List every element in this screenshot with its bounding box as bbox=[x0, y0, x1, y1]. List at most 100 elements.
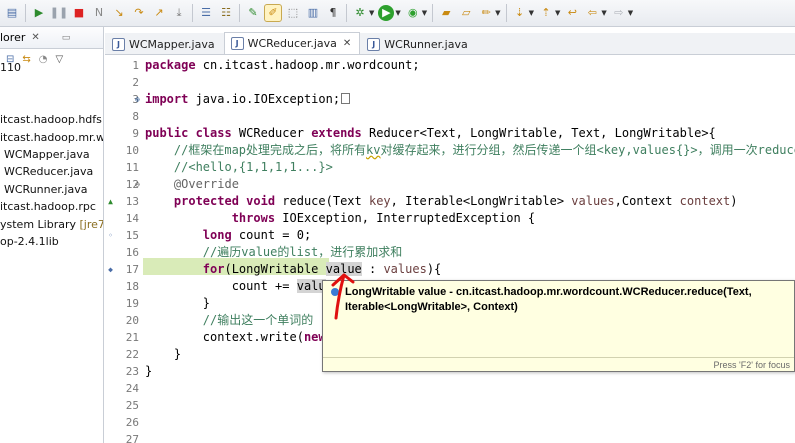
run-icon[interactable]: ▶ bbox=[378, 5, 395, 21]
minimize-icon[interactable]: ▭ bbox=[62, 27, 71, 49]
block-selection-icon[interactable]: ⬚ bbox=[285, 5, 301, 21]
suspend-icon[interactable]: ❚❚ bbox=[50, 5, 68, 21]
tree-item[interactable]: itcast.hadoop.rpc bbox=[0, 198, 103, 215]
javadoc-hover-popup[interactable]: LongWritable value - cn.itcast.hadoop.mr… bbox=[322, 280, 795, 372]
folded-block-icon[interactable] bbox=[341, 93, 351, 104]
line-number: 15 bbox=[125, 229, 139, 242]
view-menu-icon[interactable]: ▽ bbox=[56, 54, 64, 65]
mark-occurrences-icon[interactable]: ✐ bbox=[264, 4, 282, 22]
search-icon[interactable]: ✏ bbox=[478, 5, 494, 21]
show-whitespace-icon[interactable]: ▥ bbox=[305, 5, 321, 21]
code-line[interactable]: 25 bbox=[105, 397, 795, 414]
annotation-text: @Override bbox=[145, 177, 239, 191]
tree-item[interactable]: WCReducer.java bbox=[0, 163, 103, 180]
line-number: 13 bbox=[125, 195, 139, 208]
save-all-icon[interactable]: ▤ bbox=[4, 5, 20, 21]
tree-item[interactable]: WCRunner.java bbox=[0, 181, 103, 198]
override-marker-icon[interactable]: ▲ bbox=[106, 193, 115, 210]
last-edit-location-icon[interactable]: ↩ bbox=[564, 5, 580, 21]
code-line[interactable]: 9 public class WCReducer extends Reducer… bbox=[105, 125, 795, 142]
keyword: import bbox=[145, 92, 189, 106]
tree-item[interactable]: ystem Library [jre7] bbox=[0, 216, 103, 233]
toggle-breadcrumb-icon[interactable]: ✎ bbox=[245, 5, 261, 21]
code-line[interactable]: 27 bbox=[105, 431, 795, 443]
code-line[interactable]: 14 throws IOException, InterruptedExcept… bbox=[105, 210, 795, 227]
tree-item[interactable]: WCMapper.java bbox=[0, 146, 103, 163]
resume-icon[interactable]: ▶ bbox=[31, 5, 47, 21]
toolbar-separator bbox=[505, 4, 507, 22]
code-line[interactable]: 26 bbox=[105, 414, 795, 431]
code-line[interactable]: 1 package cn.itcast.hadoop.mr.wordcount; bbox=[105, 57, 795, 74]
chevron-down-icon[interactable]: ▼ bbox=[601, 9, 606, 17]
line-number: 9 bbox=[132, 127, 139, 140]
hover-focus-hint: Press 'F2' for focus bbox=[323, 357, 794, 372]
chevron-down-icon[interactable]: ▼ bbox=[529, 9, 534, 17]
disconnect-icon[interactable]: N bbox=[91, 5, 107, 21]
code-line[interactable]: 8 bbox=[105, 108, 795, 125]
tab-wcreducer[interactable]: J WCReducer.java ✕ bbox=[223, 32, 361, 54]
chevron-down-icon[interactable]: ▼ bbox=[422, 9, 427, 17]
code-line[interactable]: 16 //遍历value的list，进行累加求和 bbox=[105, 244, 795, 261]
code-line[interactable]: 3 ⊕ import java.io.IOException; bbox=[105, 91, 795, 108]
link-with-editor-icon[interactable]: ⇆ bbox=[22, 54, 30, 65]
code-text: (LongWritable bbox=[224, 262, 326, 276]
line-number: 18 bbox=[125, 280, 139, 293]
code-line[interactable]: 10 //框架在map处理完成之后，将所有kv对缓存起来，进行分组，然后传递一个… bbox=[105, 142, 795, 159]
tree-item[interactable]: itcast.hadoop.hdfs bbox=[0, 111, 103, 128]
tree-item[interactable]: op-2.4.1lib bbox=[0, 233, 103, 250]
toolbar-separator bbox=[432, 4, 434, 22]
code-line-current[interactable]: ◆ 17 for(LongWritable value : values){ bbox=[105, 261, 795, 278]
java-file-icon: J bbox=[230, 37, 244, 50]
debug-icon[interactable]: ✲ bbox=[352, 5, 368, 21]
open-task-icon[interactable]: ▱ bbox=[458, 5, 474, 21]
chevron-down-icon[interactable]: ▼ bbox=[369, 9, 374, 17]
use-step-filters-icon[interactable]: ☰ bbox=[198, 5, 214, 21]
code-editor[interactable]: 1 package cn.itcast.hadoop.mr.wordcount;… bbox=[105, 55, 795, 443]
terminate-icon[interactable]: ■ bbox=[71, 5, 87, 21]
code-line[interactable]: 2 bbox=[105, 74, 795, 91]
step-over-icon[interactable]: ↷ bbox=[131, 5, 147, 21]
pilcrow-icon[interactable]: ¶ bbox=[325, 5, 341, 21]
code-text: ){ bbox=[426, 262, 442, 276]
step-return-icon[interactable]: ↗ bbox=[151, 5, 167, 21]
code-text: ) bbox=[730, 194, 738, 208]
toggle-mark-occurrences-icon[interactable]: ☷ bbox=[218, 5, 234, 21]
code-line[interactable]: ▲ 13 protected void reduce(Text key, Ite… bbox=[105, 193, 795, 210]
chevron-down-icon[interactable]: ▼ bbox=[495, 9, 500, 17]
next-annotation-icon[interactable]: ⇣ bbox=[512, 5, 528, 21]
tree-item-decoration: [jre7] bbox=[79, 217, 104, 231]
close-icon[interactable]: ✕ bbox=[343, 38, 351, 49]
code-line[interactable]: 24 bbox=[105, 380, 795, 397]
code-text: WCReducer bbox=[231, 126, 312, 140]
chevron-down-icon[interactable]: ▼ bbox=[395, 9, 400, 17]
chevron-down-icon[interactable]: ▼ bbox=[628, 9, 633, 17]
collapse-fold-icon[interactable]: ⊖ bbox=[135, 176, 143, 193]
tree-item[interactable]: 110 bbox=[0, 59, 103, 76]
code-line[interactable]: 12 ⊖ @Override bbox=[105, 176, 795, 193]
code-line[interactable]: ◦ 15 long count = 0; bbox=[105, 227, 795, 244]
forward-icon[interactable]: ⇨ bbox=[611, 5, 627, 21]
package-explorer-tab-label: lorer bbox=[0, 30, 26, 44]
drop-to-frame-icon[interactable]: ⤓ bbox=[171, 5, 187, 21]
package-explorer-tab[interactable]: lorer ✕ ▭ bbox=[0, 27, 103, 49]
tree-item[interactable]: itcast.hadoop.mr.w bbox=[0, 129, 103, 146]
back-icon[interactable]: ⇦ bbox=[584, 5, 600, 21]
step-into-icon[interactable]: ↘ bbox=[111, 5, 127, 21]
tab-wcmapper[interactable]: J WCMapper.java bbox=[105, 33, 224, 54]
code-text: cn.itcast.hadoop.mr.wordcount; bbox=[195, 58, 420, 72]
tab-wcrunner[interactable]: J WCRunner.java bbox=[360, 33, 476, 54]
chevron-down-icon[interactable]: ▼ bbox=[555, 9, 560, 17]
tree-item-label: 110 bbox=[0, 61, 21, 74]
keyword: for bbox=[145, 262, 225, 276]
prev-annotation-icon[interactable]: ⇡ bbox=[538, 5, 554, 21]
code-text: IOException, InterruptedException { bbox=[275, 211, 536, 225]
expand-fold-icon[interactable]: ⊕ bbox=[135, 91, 143, 108]
open-type-icon[interactable]: ▰ bbox=[438, 5, 454, 21]
code-line[interactable]: 11 //<hello,{1,1,1,1...}> bbox=[105, 159, 795, 176]
close-icon[interactable]: ✕ bbox=[31, 27, 39, 49]
red-arrow-annotation bbox=[331, 273, 355, 320]
focus-on-active-task-icon[interactable]: ◔ bbox=[39, 54, 48, 65]
tree-item[interactable] bbox=[0, 76, 103, 93]
external-tools-icon[interactable]: ◉ bbox=[405, 5, 421, 21]
tree-item[interactable] bbox=[0, 94, 103, 111]
